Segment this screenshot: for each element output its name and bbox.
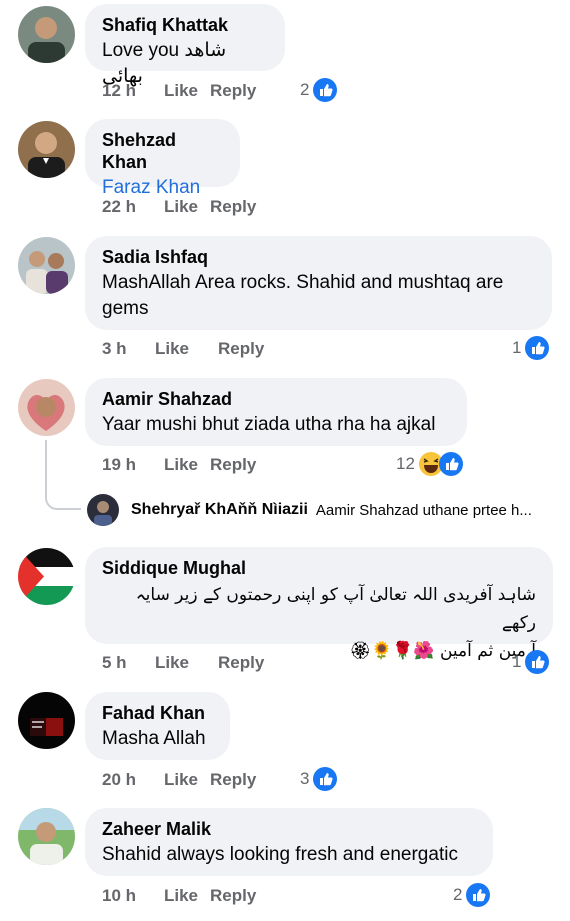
avatar[interactable] <box>18 548 75 605</box>
comment-text: Masha Allah <box>102 728 206 749</box>
avatar[interactable] <box>18 379 75 436</box>
reply-button[interactable]: Reply <box>210 79 256 103</box>
like-reaction-icon <box>525 650 550 674</box>
commenter-name[interactable]: Aamir Shahzad <box>102 388 450 410</box>
comment-bubble: Shafiq Khattak Love you شاھد بھائی <box>85 4 285 87</box>
reaction-summary[interactable]: 2 <box>300 78 338 102</box>
comment-actions: 3 h Like Reply <box>102 337 264 361</box>
like-button[interactable]: Like <box>164 195 210 219</box>
like-button[interactable]: Like <box>164 768 210 792</box>
commenter-name[interactable]: Siddique Mughal <box>102 557 536 579</box>
reply-text: Aamir Shahzad uthane prtee h... <box>315 501 532 519</box>
comment-bubble: Fahad Khan Masha Allah <box>85 692 230 760</box>
reply-button[interactable]: Reply <box>210 195 256 219</box>
comment-actions: 19 h Like Reply <box>102 453 256 477</box>
timestamp[interactable]: 12 h <box>102 79 164 103</box>
comment-bubble: Zaheer Malik Shahid always looking fresh… <box>85 808 493 876</box>
like-button[interactable]: Like <box>155 651 218 675</box>
reaction-count: 3 <box>300 769 310 788</box>
reply-author-name[interactable]: Shehryař KhAňň Nìiazii <box>131 501 308 519</box>
reaction-count: 1 <box>512 652 522 671</box>
like-reaction-icon <box>313 78 338 102</box>
commenter-name[interactable]: Sadia Ishfaq <box>102 246 535 268</box>
avatar[interactable] <box>18 692 75 749</box>
timestamp[interactable]: 19 h <box>102 453 164 477</box>
reaction-count: 2 <box>300 80 310 99</box>
reaction-count: 12 <box>396 454 415 473</box>
reply-button[interactable]: Reply <box>218 651 264 675</box>
comment-bubble: Sadia Ishfaq MashAllah Area rocks. Shahi… <box>85 236 552 330</box>
comment-text: MashAllah Area rocks. Shahid and mushtaq… <box>102 272 504 293</box>
reply-button[interactable]: Reply <box>210 453 256 477</box>
comment-actions: 5 h Like Reply <box>102 651 264 675</box>
like-button[interactable]: Like <box>155 337 218 361</box>
reaction-summary[interactable]: 3 <box>300 767 338 791</box>
like-reaction-icon <box>525 336 550 360</box>
like-reaction-icon <box>313 767 338 791</box>
reply-preview[interactable]: Shehryař KhAňň Nìiazii Aamir Shahzad uth… <box>87 493 532 527</box>
commenter-name[interactable]: Fahad Khan <box>102 702 213 724</box>
timestamp[interactable]: 10 h <box>102 884 164 908</box>
commenter-name[interactable]: Shehzad Khan <box>102 129 223 173</box>
reaction-count: 1 <box>512 338 522 357</box>
reaction-summary[interactable]: 12 <box>396 452 463 476</box>
comment-text: gems <box>102 298 149 319</box>
comment-bubble: Siddique Mughal شاہد آفریدی اللہ تعالیٰ … <box>85 547 553 661</box>
timestamp[interactable]: 3 h <box>102 337 155 361</box>
reply-avatar[interactable] <box>87 494 119 526</box>
comment-text: Yaar mushi bhut ziada utha rha ha ajkal <box>102 414 436 435</box>
timestamp[interactable]: 20 h <box>102 768 164 792</box>
timestamp[interactable]: 22 h <box>102 195 164 219</box>
comment-actions: 10 h Like Reply <box>102 884 256 908</box>
reaction-summary[interactable]: 1 <box>512 650 550 674</box>
commenter-name[interactable]: Shafiq Khattak <box>102 14 268 36</box>
reply-button[interactable]: Reply <box>218 337 264 361</box>
comment-actions: 20 h Like Reply <box>102 768 256 792</box>
comment-bubble: Aamir Shahzad Yaar mushi bhut ziada utha… <box>85 378 467 446</box>
commenter-name[interactable]: Zaheer Malik <box>102 818 476 840</box>
reaction-summary[interactable]: 1 <box>512 336 550 360</box>
comment-text: Shahid always looking fresh and energati… <box>102 844 458 865</box>
like-button[interactable]: Like <box>164 884 210 908</box>
thread-connector <box>45 440 81 510</box>
reaction-count: 2 <box>453 885 463 904</box>
comment-actions: 12 h Like Reply <box>102 79 256 103</box>
comment-actions: 22 h Like Reply <box>102 195 256 219</box>
timestamp[interactable]: 5 h <box>102 651 155 675</box>
avatar[interactable] <box>18 808 75 865</box>
comment-text: شاہد آفریدی اللہ تعالیٰ آپ کو اپنی رحمتو… <box>135 585 536 633</box>
avatar[interactable] <box>18 237 75 294</box>
like-button[interactable]: Like <box>164 453 210 477</box>
comment-bubble: Shehzad Khan Faraz Khan <box>85 119 240 198</box>
like-button[interactable]: Like <box>164 79 210 103</box>
avatar[interactable] <box>18 6 75 63</box>
reply-button[interactable]: Reply <box>210 768 256 792</box>
like-reaction-icon <box>466 883 491 907</box>
avatar[interactable] <box>18 121 75 178</box>
reply-button[interactable]: Reply <box>210 884 256 908</box>
like-reaction-icon <box>438 452 463 476</box>
reaction-summary[interactable]: 2 <box>453 883 491 907</box>
